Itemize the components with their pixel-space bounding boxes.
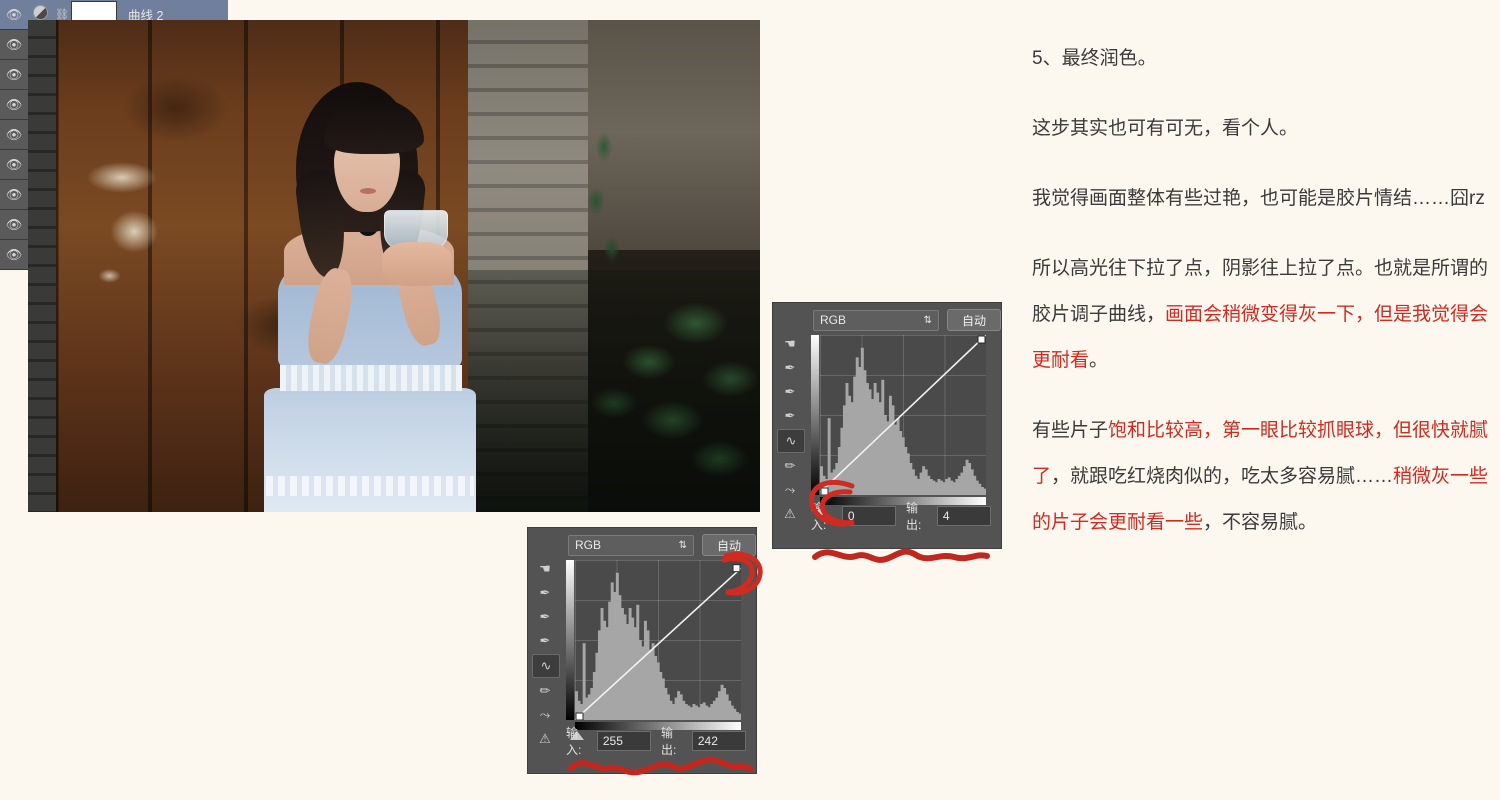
paragraph-p3: 所以高光往下拉了点，阴影往上拉了点。也就是所谓的胶片调子曲线，画面会稍微变得灰一… <box>1032 246 1494 384</box>
pencil-tool-icon[interactable]: ✏ <box>777 455 803 477</box>
white-point-eyedropper-icon[interactable]: ✒ <box>532 582 558 604</box>
curve-value-fields: 输入: 255 输出: 242 <box>566 724 756 758</box>
tone-curve-line[interactable] <box>820 335 986 495</box>
input-value-field[interactable]: 0 <box>841 506 896 526</box>
input-value-field[interactable]: 255 <box>596 731 651 751</box>
curve-tool-icon[interactable]: ∿ <box>532 654 560 678</box>
input-label: 输入: <box>566 726 582 757</box>
text-run: 我觉得画面整体有些过艳，也可能是胶片情结……囧rz <box>1032 188 1485 209</box>
photo-dress-lace-upper <box>280 365 462 391</box>
target-adjust-icon[interactable]: ☚ <box>532 558 558 580</box>
photo-green-plants <box>468 270 760 512</box>
output-label: 输出: <box>661 726 677 757</box>
white-point-eyedropper-icon[interactable]: ✒ <box>777 357 803 379</box>
curve-plot-area[interactable] <box>820 335 986 495</box>
chevron-updown-icon: ⇅ <box>923 314 932 326</box>
photo-hands <box>382 242 452 286</box>
paragraph-p1: 这步其实也可有可无，看个人。 <box>1032 106 1494 152</box>
visibility-eye-icon[interactable]: 👁 <box>0 128 28 141</box>
text-run: 5、最终润色。 <box>1032 48 1157 69</box>
text-run: 。 <box>1089 350 1109 371</box>
visibility-eye-icon[interactable]: 👁 <box>0 188 28 201</box>
text-run: ，就跟吃红烧肉似的，吃太多容易腻…… <box>1051 466 1394 487</box>
visibility-eye-icon[interactable]: 👁 <box>0 8 28 21</box>
visibility-eye-icon[interactable]: 👁 <box>0 98 28 111</box>
visibility-eye-icon[interactable]: 👁 <box>0 218 28 231</box>
gray-point-eyedropper-icon[interactable]: ✒ <box>532 606 558 628</box>
channel-select[interactable]: RGB ⇅ <box>813 309 939 331</box>
smooth-curve-icon[interactable]: ⤳ <box>532 704 558 726</box>
target-adjust-icon[interactable]: ☚ <box>777 333 803 355</box>
auto-button[interactable]: 自动 <box>702 534 756 556</box>
visibility-eye-icon[interactable]: 👁 <box>0 38 28 51</box>
input-label: 输入: <box>811 501 827 532</box>
curves-toolbar: ☚ ✒ ✒ ✒ ∿ ✏ ⤳ ⚠ <box>532 558 562 752</box>
visibility-eye-icon[interactable]: 👁 <box>0 158 28 171</box>
sample-photograph <box>28 20 760 512</box>
black-point-eyedropper-icon[interactable]: ✒ <box>777 405 803 427</box>
text-run: 这步其实也可有可无，看个人。 <box>1032 118 1299 139</box>
curves-toolbar: ☚ ✒ ✒ ✒ ∿ ✏ ⤳ ⚠ <box>777 333 807 527</box>
curves-top-bar: RGB ⇅ 自动 <box>807 303 1007 333</box>
photo-left-brick-wall <box>28 20 58 512</box>
curves-top-bar: RGB ⇅ 自动 <box>562 528 762 558</box>
auto-button[interactable]: 自动 <box>947 309 1001 331</box>
black-point-eyedropper-icon[interactable]: ✒ <box>532 630 558 652</box>
clipping-warning-icon[interactable]: ⚠ <box>532 728 558 750</box>
output-label: 输出: <box>906 501 922 532</box>
output-gradient-bar <box>811 335 819 495</box>
photo-lips <box>360 188 376 194</box>
output-gradient-bar <box>566 560 574 720</box>
curves-panel-highlight[interactable]: RGB ⇅ 自动 ☚ ✒ ✒ ✒ ∿ ✏ ⤳ ⚠ 输入: 255 输出: 242 <box>527 527 757 774</box>
photo-dress-lace-lower <box>266 476 474 496</box>
curve-plot-area[interactable] <box>575 560 741 720</box>
visibility-eye-icon[interactable]: 👁 <box>0 248 28 261</box>
channel-select-value: RGB <box>820 313 847 327</box>
paragraph-heading: 5、最终润色。 <box>1032 36 1494 82</box>
output-value-field[interactable]: 242 <box>691 731 746 751</box>
clipping-warning-icon[interactable]: ⚠ <box>777 503 803 525</box>
output-value-field[interactable]: 4 <box>936 506 991 526</box>
gray-point-eyedropper-icon[interactable]: ✒ <box>777 381 803 403</box>
visibility-eye-icon[interactable]: 👁 <box>0 68 28 81</box>
curve-value-fields: 输入: 0 输出: 4 <box>811 499 1001 533</box>
chevron-updown-icon: ⇅ <box>678 539 687 551</box>
paragraph-p4: 有些片子饱和比较高，第一眼比较抓眼球，但很快就腻了，就跟吃红烧肉似的，吃太多容易… <box>1032 408 1494 546</box>
smooth-curve-icon[interactable]: ⤳ <box>777 479 803 501</box>
paragraph-p2: 我觉得画面整体有些过艳，也可能是胶片情结……囧rz <box>1032 176 1494 222</box>
article-text: 5、最终润色。这步其实也可有可无，看个人。我觉得画面整体有些过艳，也可能是胶片情… <box>1032 36 1494 570</box>
pencil-tool-icon[interactable]: ✏ <box>532 680 558 702</box>
channel-select[interactable]: RGB ⇅ <box>568 534 694 556</box>
channel-select-value: RGB <box>575 538 602 552</box>
text-run: 有些片子 <box>1032 420 1109 441</box>
curves-panel-shadow[interactable]: RGB ⇅ 自动 ☚ ✒ ✒ ✒ ∿ ✏ ⤳ ⚠ 输入: 0 输出: 4 <box>772 302 1002 549</box>
tone-curve-line[interactable] <box>575 560 741 720</box>
text-run: ，不容易腻。 <box>1203 512 1318 533</box>
curve-tool-icon[interactable]: ∿ <box>777 429 805 453</box>
